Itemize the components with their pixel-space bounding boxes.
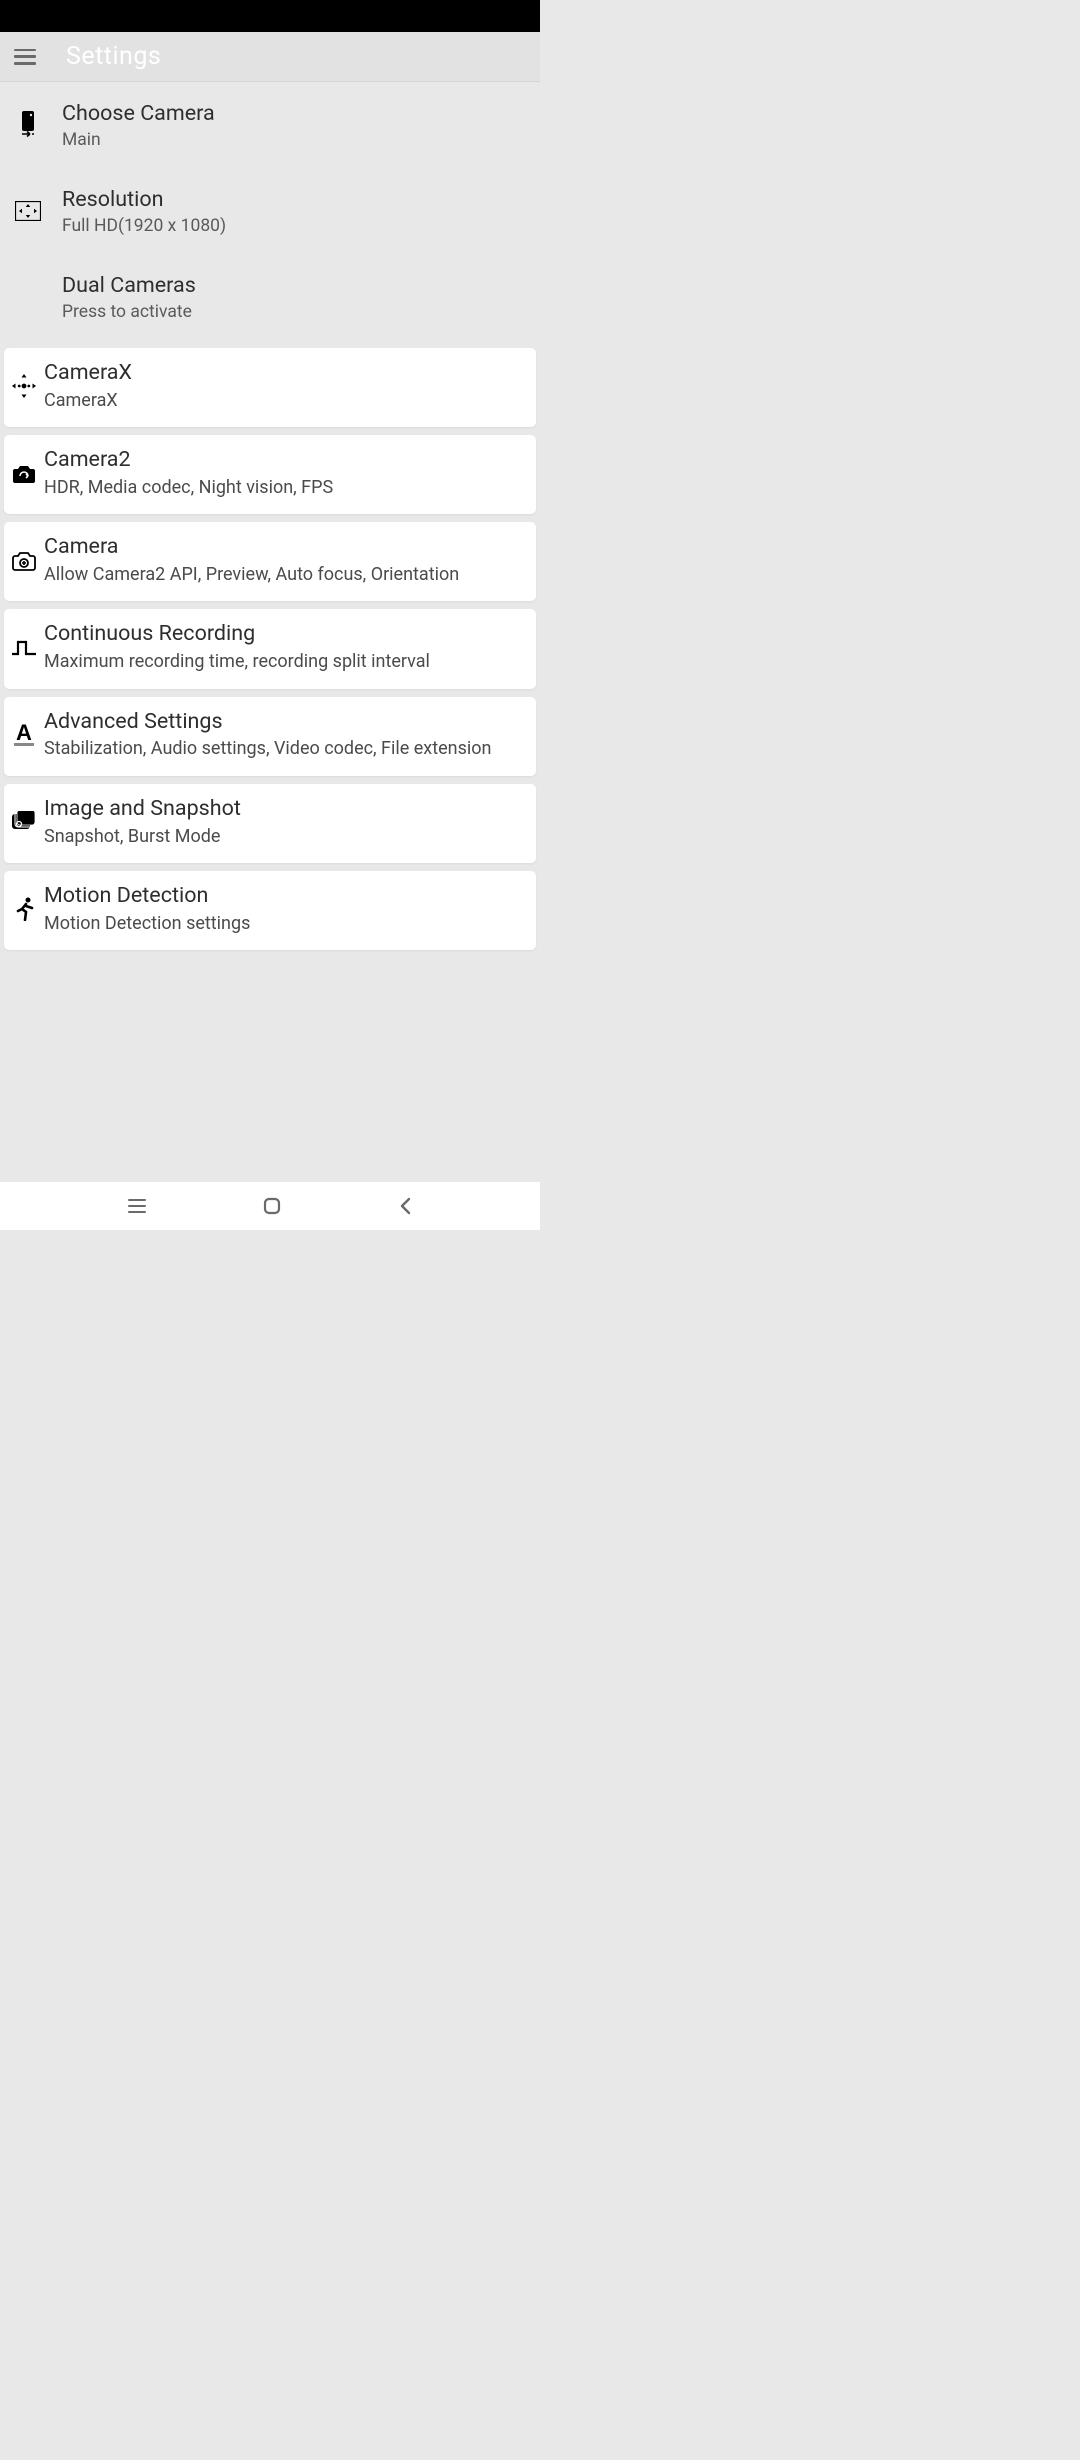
setting-subtitle: Maximum recording time, recording split … [44,650,430,674]
setting-motion-detection[interactable]: Motion Detection Motion Detection settin… [4,871,536,950]
burst-icon [4,811,44,833]
switch-camera-icon [8,111,48,139]
camera-plus-icon [4,550,44,572]
setting-continuous-recording[interactable]: Continuous Recording Maximum recording t… [4,609,536,688]
page-title: Settings [66,42,161,71]
setting-title: Image and Snapshot [44,796,241,823]
setting-image-snapshot[interactable]: Image and Snapshot Snapshot, Burst Mode [4,784,536,863]
setting-subtitle: Press to activate [62,302,196,322]
setting-camera2[interactable]: Camera2 HDR, Media codec, Night vision, … [4,435,536,514]
setting-title: Continuous Recording [44,621,430,648]
setting-subtitle: Full HD(1920 x 1080) [62,216,226,236]
setting-subtitle: Main [62,130,215,150]
setting-dual-cameras[interactable]: Dual Cameras Press to activate [0,258,540,344]
settings-content: Choose Camera Main Resolution Full HD(19… [0,82,540,1182]
letter-a-icon [4,722,44,748]
setting-subtitle: HDR, Media codec, Night vision, FPS [44,476,333,500]
setting-title: Choose Camera [62,100,215,128]
android-nav-bar [0,1182,540,1230]
setting-resolution[interactable]: Resolution Full HD(1920 x 1080) [0,172,540,258]
setting-title: CameraX [44,360,132,387]
setting-choose-camera[interactable]: Choose Camera Main [0,86,540,172]
setting-subtitle: CameraX [44,389,132,413]
setting-title: Camera [44,534,459,561]
setting-camera[interactable]: Camera Allow Camera2 API, Preview, Auto … [4,522,536,601]
runner-icon [4,897,44,921]
setting-title: Dual Cameras [62,272,196,300]
setting-title: Motion Detection [44,883,250,910]
setting-title: Advanced Settings [44,709,491,736]
hamburger-menu-icon[interactable] [14,49,36,65]
pulse-icon [4,638,44,658]
resolution-icon [8,201,48,221]
nav-back-icon[interactable] [398,1197,412,1215]
nav-recent-icon[interactable] [128,1199,146,1213]
setting-title: Camera2 [44,447,333,474]
setting-subtitle: Motion Detection settings [44,912,250,936]
camera-switch-icon [4,463,44,485]
setting-subtitle: Stabilization, Audio settings, Video cod… [44,737,491,761]
setting-advanced[interactable]: Advanced Settings Stabilization, Audio s… [4,697,536,776]
setting-subtitle: Allow Camera2 API, Preview, Auto focus, … [44,563,459,587]
setting-camerax[interactable]: CameraX CameraX [4,348,536,427]
status-bar [0,0,540,32]
app-bar: Settings [0,32,540,82]
setting-title: Resolution [62,186,226,214]
move-dots-icon [4,374,44,398]
nav-home-icon[interactable] [263,1197,281,1215]
setting-subtitle: Snapshot, Burst Mode [44,825,241,849]
